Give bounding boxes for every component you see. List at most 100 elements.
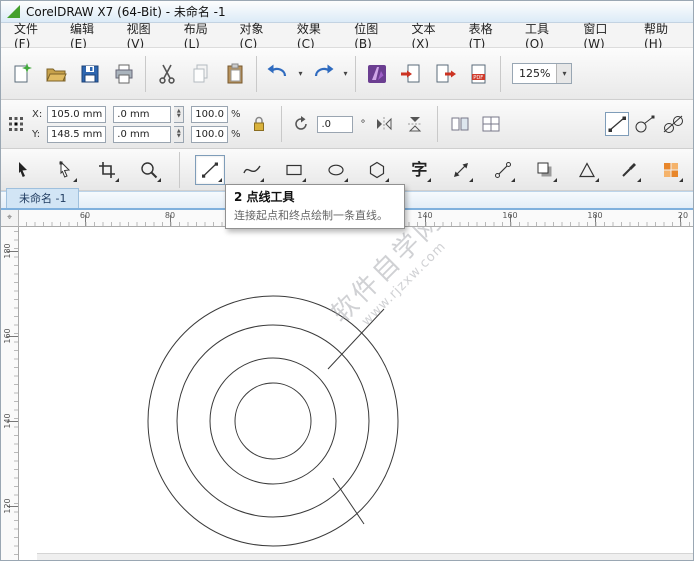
import-button[interactable] — [395, 55, 427, 93]
text-tool[interactable]: 字 — [404, 155, 434, 185]
artistic-media-tool-icon — [243, 165, 261, 173]
publish-pdf-button[interactable]: PDF — [463, 55, 495, 93]
vruler-label: 180 — [3, 243, 12, 259]
redo-icon — [314, 64, 334, 76]
lock-icon — [254, 116, 265, 131]
zoom-dropdown-caret[interactable]: ▾ — [556, 64, 572, 83]
undo-dropdown-caret[interactable]: ▾ — [296, 69, 305, 78]
scissors-icon — [159, 64, 175, 84]
toolbar-separator — [256, 55, 257, 92]
print-button[interactable] — [108, 55, 140, 93]
two-point-line-tool[interactable] — [194, 154, 225, 185]
artistic-media-tool[interactable] — [237, 155, 267, 185]
toolbar-separator — [145, 55, 146, 92]
vruler-label: 120 — [3, 498, 12, 514]
crop-tool-icon — [98, 161, 115, 178]
scale-v-field[interactable]: 100.0 — [191, 125, 228, 143]
height-spinner[interactable]: ▲ ▼ — [174, 125, 185, 143]
zoom-level-select[interactable]: 125% ▾ — [512, 63, 573, 84]
tool-tooltip: 2 点线工具 连接起点和终点绘制一条直线。 — [225, 184, 405, 229]
search-content-button[interactable] — [361, 55, 393, 93]
drop-shadow-tool-icon — [537, 162, 552, 176]
tangent-line-icon — [663, 115, 683, 133]
save-button[interactable] — [74, 55, 106, 93]
undo-button[interactable] — [262, 55, 294, 93]
cut-button[interactable] — [151, 55, 183, 93]
x-position-field[interactable]: 105.0 mm — [47, 105, 107, 123]
new-document-icon — [14, 62, 32, 82]
eyedropper-tool-icon — [622, 162, 637, 177]
hruler-label: 60 — [79, 211, 91, 220]
object-width-field[interactable]: .0 mm — [113, 105, 172, 123]
new-document-button[interactable] — [6, 55, 38, 93]
export-icon — [436, 64, 456, 82]
propbar-separator — [281, 106, 283, 142]
rectangle-tool[interactable] — [279, 155, 309, 185]
mirror-vertical-icon — [408, 117, 423, 132]
rectangle-tool-icon — [285, 164, 302, 175]
basic-shapes-tool[interactable] — [572, 155, 602, 185]
drawing-canvas[interactable]: 软件自学网 www.rjzxw.com — [19, 227, 693, 560]
grid-icon — [482, 116, 500, 132]
zoom-tool[interactable] — [134, 155, 164, 185]
connector-tool[interactable] — [488, 155, 518, 185]
import-icon — [401, 64, 420, 82]
tooltip-title: 2 点线工具 — [234, 190, 295, 204]
grid-options-button[interactable] — [479, 112, 503, 136]
polygon-tool-icon — [370, 161, 385, 178]
printer-icon — [115, 64, 133, 83]
mirror-vertical-button[interactable] — [403, 112, 427, 136]
document-tab[interactable]: 未命名 -1 — [6, 188, 80, 208]
dimension-tool-icon — [454, 162, 469, 177]
width-spinner[interactable]: ▲ ▼ — [174, 105, 185, 123]
y-position-label: Y: — [32, 128, 41, 140]
redo-dropdown-caret[interactable]: ▾ — [341, 69, 350, 78]
redo-button[interactable] — [307, 55, 339, 93]
page-layout-button[interactable] — [448, 112, 472, 136]
copy-button[interactable] — [185, 55, 217, 93]
tooltip-description: 连接起点和终点绘制一条直线。 — [234, 209, 388, 222]
ruler-origin-corner[interactable]: ⌖ — [1, 210, 19, 227]
open-button[interactable] — [40, 55, 72, 93]
degree-label: ° — [360, 118, 366, 130]
perpendicular-line-icon — [635, 115, 655, 133]
page-layout-icon — [451, 117, 469, 131]
export-button[interactable] — [429, 55, 461, 93]
mirror-horizontal-button[interactable] — [372, 112, 396, 136]
lock-ratio-button[interactable] — [247, 112, 271, 136]
rotation-angle-field[interactable]: .0 — [317, 115, 354, 133]
dimension-tool[interactable] — [446, 155, 476, 185]
crop-tool[interactable] — [92, 155, 122, 185]
y-position-field[interactable]: 148.5 mm — [47, 125, 107, 143]
tangent-line-mode-button[interactable] — [661, 112, 685, 136]
mesh-fill-tool[interactable] — [656, 155, 686, 185]
text-tool-glyph: 字 — [411, 159, 428, 179]
pdf-icon: PDF — [471, 64, 486, 83]
save-floppy-icon — [81, 65, 99, 82]
toolbar-separator — [500, 55, 501, 92]
zoom-level-value: 125% — [519, 67, 551, 80]
x-position-label: X: — [32, 108, 43, 120]
polygon-tool[interactable] — [363, 155, 393, 185]
horizontal-scrollbar[interactable] — [37, 553, 693, 560]
hruler-label: 20 — [677, 211, 689, 220]
pick-tool[interactable] — [8, 155, 38, 185]
pick-tool-icon — [18, 161, 27, 177]
object-height-field[interactable]: .0 mm — [113, 125, 172, 143]
scale-h-field[interactable]: 100.0 — [191, 105, 228, 123]
eyedropper-tool[interactable] — [614, 155, 644, 185]
ellipse-tool-icon — [327, 164, 344, 175]
zoom-tool-icon — [141, 161, 157, 178]
two-point-line-tool-icon — [201, 162, 218, 178]
two-point-line-icon — [608, 116, 626, 132]
svg-text:PDF: PDF — [473, 74, 483, 80]
coreldraw-window: CorelDRAW X7 (64-Bit) - 未命名 -1 文件(F) 编辑(… — [0, 0, 694, 561]
scale-v-percent-label: % — [230, 128, 241, 140]
two-point-line-mode-button[interactable] — [605, 112, 629, 136]
drop-shadow-tool[interactable] — [530, 155, 560, 185]
shape-tool[interactable] — [50, 155, 80, 185]
mesh-fill-tool-icon — [664, 162, 679, 177]
perpendicular-line-mode-button[interactable] — [633, 112, 657, 136]
paste-button[interactable] — [219, 55, 251, 93]
ellipse-tool[interactable] — [321, 155, 351, 185]
